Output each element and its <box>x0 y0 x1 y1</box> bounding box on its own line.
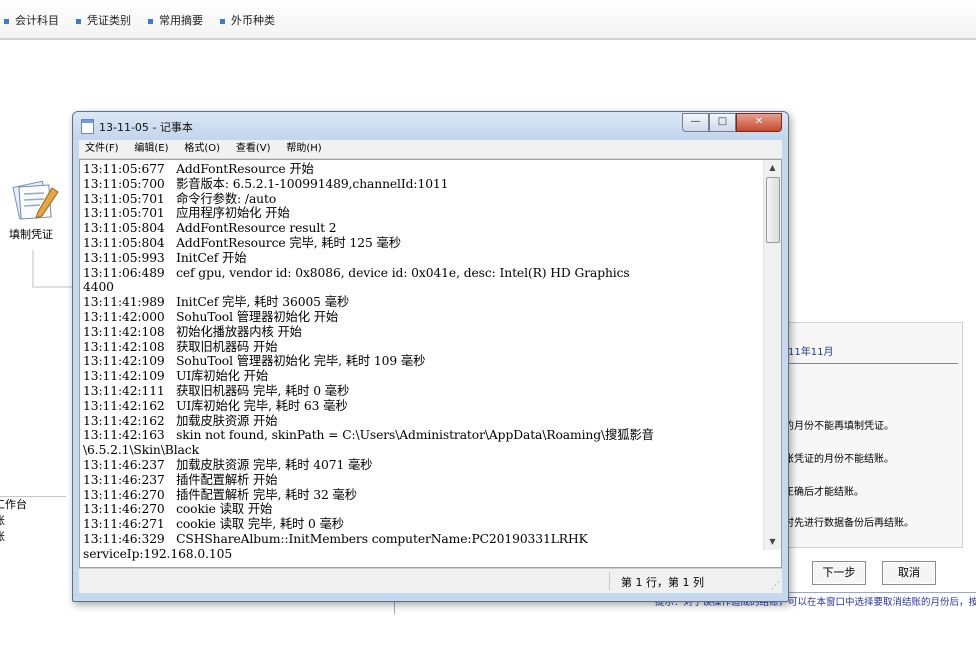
minimize-button[interactable]: — <box>682 113 709 132</box>
left-nav-item[interactable]: 账 <box>0 513 66 529</box>
window-controls: — □ ✕ <box>682 113 782 132</box>
bullet-icon <box>220 18 225 24</box>
menu-file[interactable]: 文件(F) <box>85 143 119 154</box>
tab-voucher-types[interactable]: 凭证类别 <box>76 12 131 28</box>
month-end-closing-panel: 11年11月 的月份不能再填制凭证。 账凭证的月份不能结账。 正确后才能结账。 … <box>775 322 963 548</box>
voucher-entry-label: 填制凭证 <box>9 228 53 241</box>
notepad-icon <box>81 119 94 134</box>
closing-rule-text: 的月份不能再填制凭证。 <box>784 421 894 432</box>
bullet-icon <box>4 18 9 24</box>
maximize-button[interactable]: □ <box>709 113 736 132</box>
scroll-thumb[interactable] <box>766 177 780 243</box>
resize-grip-icon[interactable]: ⋰ <box>771 581 780 591</box>
bullet-icon <box>148 18 153 24</box>
tab-accounting-subjects[interactable]: 会计科目 <box>4 12 59 28</box>
notepad-window[interactable]: 13-11-05 - 记事本 — □ ✕ 文件(F) 编辑(E) 格式(O) 查… <box>72 111 789 602</box>
status-bar: 第 1 行，第 1 列 ⋰ <box>79 568 782 593</box>
vertical-scrollbar[interactable]: ▲ ▼ <box>763 160 781 550</box>
bullet-icon <box>76 18 81 24</box>
left-nav-item[interactable]: 工作台 <box>0 497 66 513</box>
next-step-button[interactable]: 下一步 <box>812 561 866 585</box>
left-nav-item[interactable]: 账 <box>0 529 66 545</box>
tab-common-summaries[interactable]: 常用摘要 <box>148 12 203 28</box>
window-title: 13-11-05 - 记事本 <box>99 121 193 134</box>
top-toolbar: 会计科目 凭证类别 常用摘要 外币种类 <box>0 0 976 40</box>
scroll-down-icon[interactable]: ▼ <box>764 534 781 550</box>
left-nav-panel: 工作台 账 账 <box>0 496 66 577</box>
cancel-button[interactable]: 取消 <box>882 561 936 585</box>
title-bar[interactable]: 13-11-05 - 记事本 — □ ✕ <box>73 112 788 140</box>
closing-rule-text: 账凭证的月份不能结账。 <box>784 454 894 465</box>
menu-format[interactable]: 格式(O) <box>184 143 220 154</box>
tab-foreign-currency[interactable]: 外币种类 <box>220 12 275 28</box>
menu-edit[interactable]: 编辑(E) <box>134 143 168 154</box>
menu-view[interactable]: 查看(V) <box>236 143 271 154</box>
close-button[interactable]: ✕ <box>736 113 782 132</box>
menu-help[interactable]: 帮助(H) <box>286 143 321 154</box>
closing-rule-text: 正确后才能结账。 <box>784 487 864 498</box>
closing-rule-text: 时先进行数据备份后再结账。 <box>784 518 914 529</box>
divider <box>609 572 610 590</box>
closing-month-label: 11年11月 <box>788 347 834 358</box>
divider <box>786 363 958 364</box>
menu-bar: 文件(F) 编辑(E) 格式(O) 查看(V) 帮助(H) <box>79 140 782 159</box>
scroll-up-icon[interactable]: ▲ <box>764 160 781 176</box>
log-text[interactable]: 13:11:05:677 AddFontResource 开始 13:11:05… <box>83 162 763 562</box>
voucher-entry-icon[interactable] <box>8 178 62 222</box>
text-editor[interactable]: 13:11:05:677 AddFontResource 开始 13:11:05… <box>79 159 782 568</box>
cursor-position: 第 1 行，第 1 列 <box>621 576 704 589</box>
flow-connector <box>32 250 34 286</box>
